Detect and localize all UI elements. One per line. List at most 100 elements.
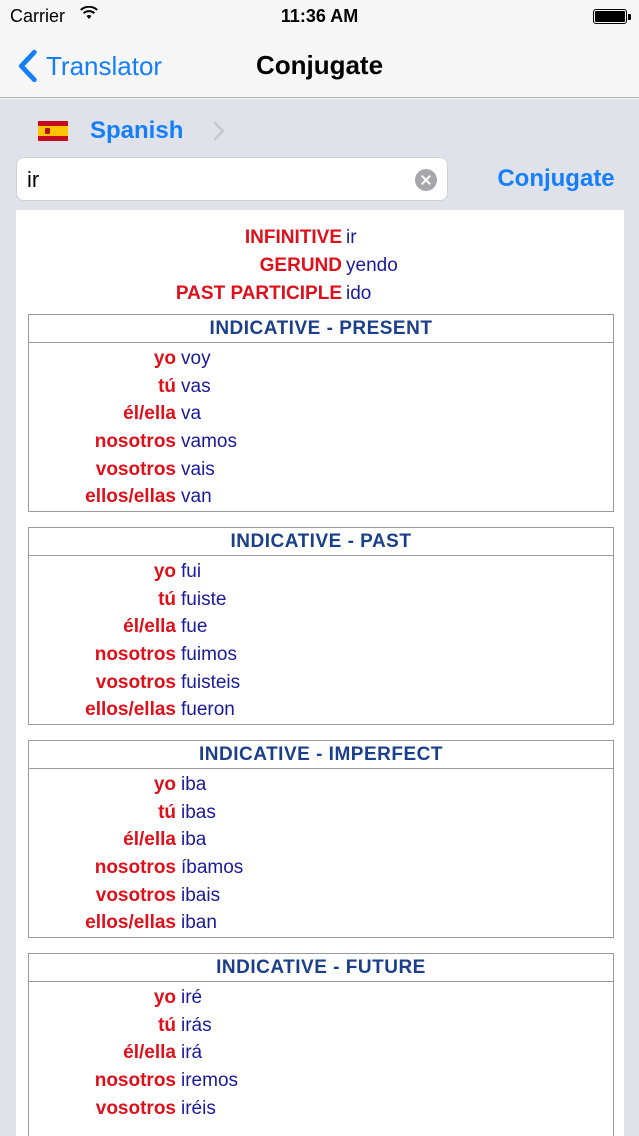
clear-text-icon[interactable] [415, 169, 437, 191]
conjugation-row: vosotros ibais [29, 882, 613, 910]
pronoun: tú [158, 801, 176, 823]
conjugation-row: tú irás [29, 1012, 613, 1040]
verb-form: iré [181, 987, 203, 1008]
conjugation-row: nosotros fuimos [29, 641, 613, 669]
verb-form: íbamos [181, 857, 244, 879]
verb-form: iréis [181, 1097, 216, 1119]
verb-forms: INFINITIVE ir GERUND yendo PAST PARTICIP… [16, 224, 624, 308]
conjugation-table: INFINITIVE ir GERUND yendo PAST PARTICIP… [16, 210, 624, 1136]
tense-section-imperfect: INDICATIVE - IMPERFECT yo iba tú ibas él/e… [28, 740, 614, 939]
pronoun: él/ella [123, 829, 176, 851]
tense-header: INDICATIVE - IMPERFECT [29, 741, 613, 769]
conjugation-row: yo voy [29, 345, 613, 373]
conjugation-row: nosotros vamos [29, 428, 613, 456]
verb-form: iremos [181, 1070, 239, 1092]
conjugation-row: él/ella iba [29, 826, 613, 854]
pronoun: él/ella [123, 403, 176, 425]
conjugation-row: él/ella va [29, 400, 613, 428]
pronoun: vosotros [95, 458, 176, 480]
verb-form: vais [181, 458, 215, 480]
pronoun: ellos/ellas [85, 912, 176, 934]
verb-form: fuisteis [181, 671, 241, 693]
verb-form: irás [181, 1014, 212, 1036]
language-selector[interactable]: Spanish [38, 115, 225, 147]
verb-form: fuimos [181, 644, 237, 666]
verb-form: fue [181, 616, 208, 638]
verb-form: fuiste [181, 588, 227, 610]
verb-form-label: INFINITIVE [244, 227, 342, 248]
tense-header: INDICATIVE - FUTURE [29, 954, 613, 982]
verb-form: fui [181, 561, 202, 582]
pronoun: yo [153, 348, 176, 369]
back-button[interactable]: Translator [14, 48, 162, 84]
verb-form: ibais [181, 884, 221, 906]
conjugation-row: vosotros iréis [29, 1095, 613, 1123]
navigation-bar: Translator Conjugate [0, 34, 639, 98]
chevron-right-icon [214, 121, 225, 141]
status-bar: Carrier 11:36 AM [0, 0, 639, 34]
verb-form: va [181, 403, 202, 425]
pronoun: él/ella [123, 616, 176, 638]
verb-form: fueron [181, 699, 235, 721]
conjugation-row: ellos/ellas fueron [29, 696, 613, 724]
battery-icon [593, 9, 631, 24]
language-label: Spanish [90, 117, 184, 144]
verb-search-field [16, 157, 448, 201]
verb-form-value: ir [346, 227, 357, 248]
pronoun: nosotros [94, 1070, 176, 1092]
verb-form: iba [181, 774, 207, 795]
pronoun: nosotros [94, 857, 176, 879]
verb-form-value: ido [346, 283, 372, 304]
pronoun: nosotros [94, 431, 176, 453]
verb-form: iban [181, 912, 217, 934]
chevron-left-icon [18, 49, 37, 83]
tense-section-present: INDICATIVE - PRESENT yo voy tú vas él/ella… [28, 314, 614, 513]
pronoun: yo [153, 774, 176, 795]
verb-form-value: yendo [346, 255, 398, 276]
tense-section-future: INDICATIVE - FUTURE yo iré tú irás él/ella… [28, 953, 614, 1136]
conjugation-row: yo iré [29, 984, 613, 1012]
clock: 11:36 AM [280, 6, 359, 26]
pronoun: tú [158, 1014, 176, 1036]
conjugation-row: yo iba [29, 771, 613, 799]
conjugation-row: él/ella irá [29, 1039, 613, 1067]
conjugation-row: tú fuiste [29, 586, 613, 614]
verb-form: vas [181, 375, 211, 397]
tense-header: INDICATIVE - PAST [29, 528, 613, 556]
verb-input[interactable] [27, 164, 407, 196]
verb-form: irá [181, 1042, 203, 1064]
verb-form: ibas [181, 801, 216, 823]
verb-form-row: PAST PARTICIPLE ido [16, 280, 624, 308]
pronoun: ellos/ellas [85, 699, 176, 721]
conjugate-button[interactable]: Conjugate [476, 165, 636, 195]
pronoun: yo [153, 987, 176, 1008]
conjugation-row: vosotros fuisteis [29, 669, 613, 697]
conjugation-row: yo fui [29, 558, 613, 586]
pronoun: tú [158, 375, 176, 397]
pronoun: yo [153, 561, 176, 582]
verb-form: iba [181, 829, 207, 851]
content-area: Spanish Conjugate INFINITIVE ir GERUND y… [0, 99, 639, 1136]
pronoun: vosotros [95, 884, 176, 906]
conjugation-row: vosotros vais [29, 456, 613, 484]
verb-form: vamos [181, 431, 237, 453]
tense-section-past: INDICATIVE - PAST yo fui tú fuiste él/ella… [28, 527, 614, 726]
pronoun: nosotros [94, 644, 176, 666]
conjugation-row: tú ibas [29, 799, 613, 827]
conjugation-row: tú vas [29, 373, 613, 401]
verb-form-row: INFINITIVE ir [16, 224, 624, 252]
verb-form: voy [181, 348, 211, 369]
pronoun: él/ella [123, 1042, 176, 1064]
back-button-label: Translator [46, 50, 163, 81]
verb-form-label: GERUND [259, 255, 342, 276]
conjugation-row: él/ella fue [29, 613, 613, 641]
pronoun: vosotros [95, 1097, 176, 1119]
tense-header: INDICATIVE - PRESENT [29, 315, 613, 343]
spain-flag-icon [38, 121, 68, 141]
verb-form-label: PAST PARTICIPLE [175, 283, 342, 304]
conjugation-row: nosotros íbamos [29, 854, 613, 882]
pronoun: vosotros [95, 671, 176, 693]
conjugation-row: ellos/ellas iban [29, 909, 613, 937]
verb-form: van [181, 486, 212, 508]
pronoun: ellos/ellas [85, 486, 176, 508]
